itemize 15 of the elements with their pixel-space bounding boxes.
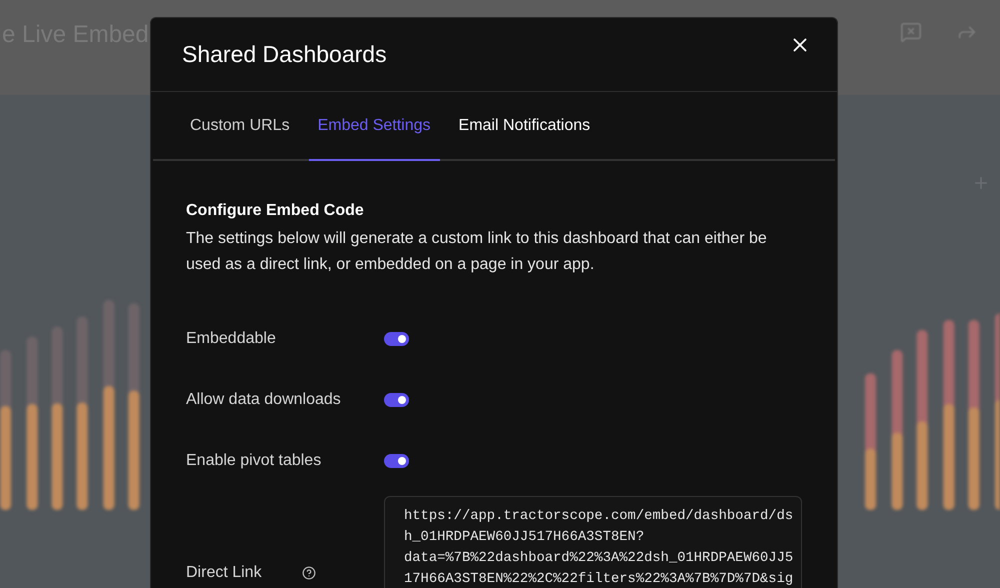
url-field[interactable]: https://app.tractorscope.com/embed/dashboard/dsh_01HRDPAEW60JJ517H66A3ST8EN?data=%7B%22dashboard%22%3A%22dsh_01HRDPAEW60JJ517H66A3ST8EN%22%2C%22filters%22%3A%7B%7D%7D&sig <box>384 496 802 588</box>
toggle-label: Embeddable <box>186 329 277 349</box>
tab[interactable]: Embed Settings <box>308 92 440 161</box>
tab[interactable]: Custom URLs <box>181 92 299 161</box>
toggle-switch[interactable] <box>384 393 409 407</box>
toggle-label: Allow data downloads <box>186 390 342 410</box>
toggle-switch[interactable] <box>384 454 409 468</box>
modal-title: Shared Dashboards <box>182 40 387 70</box>
description-text: The settings below will generate a custom link to this dashboard that can either be used as a direct link, or embedded on a page in your app. <box>186 229 768 275</box>
toggle-switch[interactable] <box>384 332 409 346</box>
section-title: Configure Embed Code <box>186 201 365 221</box>
toggle-label: Enable pivot tables <box>186 451 322 471</box>
tab[interactable]: Email Notifications <box>450 92 600 161</box>
field-label: Direct Link <box>186 562 262 582</box>
help-icon[interactable] <box>302 566 316 580</box>
